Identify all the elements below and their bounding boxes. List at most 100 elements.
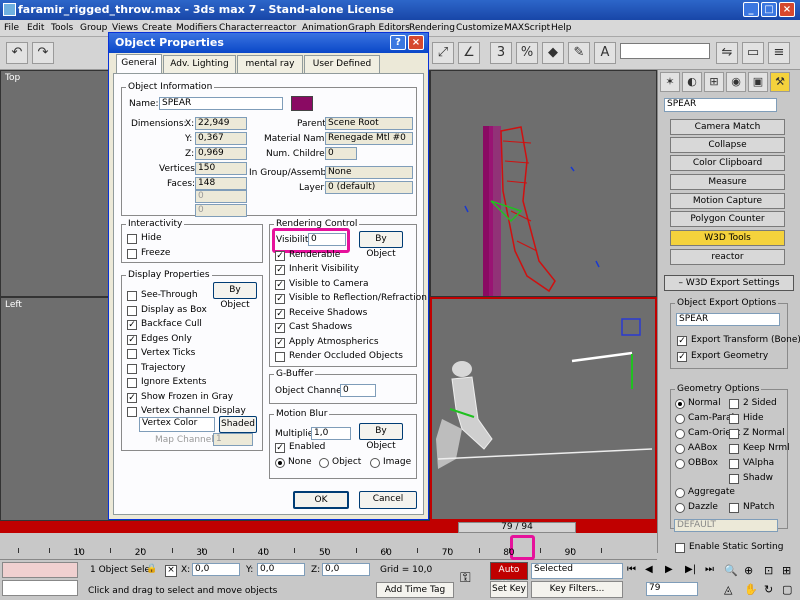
blur-none-radio[interactable] [275, 458, 285, 468]
motion-capture-button[interactable]: Motion Capture [670, 193, 785, 209]
freeze-checkbox[interactable] [127, 249, 137, 259]
play-icon[interactable]: ▶ [665, 564, 673, 575]
display-tab-icon[interactable]: ▣ [748, 72, 768, 92]
display-option-checkbox[interactable] [127, 349, 137, 359]
blur-object-radio[interactable] [319, 458, 329, 468]
prev-frame-icon[interactable]: ◀ [645, 564, 653, 575]
maximize-button[interactable]: □ [761, 2, 777, 17]
utilities-tab-icon[interactable]: ⚒ [770, 72, 790, 92]
pan-icon[interactable]: ✋ [744, 583, 758, 596]
static-sorting-checkbox[interactable] [675, 543, 685, 553]
angle-snap-icon[interactable]: ∠ [458, 42, 480, 64]
close-button[interactable]: × [779, 2, 795, 17]
export-geometry-checkbox[interactable]: ✓ [677, 352, 687, 362]
spinner-snap-icon[interactable]: ◆ [542, 42, 564, 64]
display-option-checkbox[interactable] [127, 407, 137, 417]
visibility-by-object-button[interactable]: By Object [359, 231, 403, 259]
menu-group[interactable]: Group [80, 23, 107, 33]
display-by-object-button[interactable]: By Object [213, 282, 257, 310]
display-option-checkbox[interactable]: ✓ [127, 392, 137, 403]
redo-icon[interactable]: ↷ [32, 42, 54, 64]
add-time-tag-button[interactable]: Add Time Tag [376, 582, 454, 598]
shadw-checkbox[interactable] [729, 474, 739, 484]
orbit-icon[interactable]: ↻ [764, 583, 773, 596]
render-option-checkbox[interactable]: ✓ [275, 294, 285, 304]
display-option-checkbox[interactable] [127, 305, 137, 316]
snap-3d-icon[interactable]: 3 [490, 42, 512, 64]
w3d-export-settings-rollout[interactable]: – W3D Export Settings [664, 275, 794, 291]
lock-icon[interactable]: 🔒 [146, 564, 157, 574]
coord-z-field[interactable]: 0,0 [322, 563, 370, 576]
measure-button[interactable]: Measure [670, 174, 785, 190]
motion-blur-by-object-button[interactable]: By Object [359, 423, 403, 451]
blur-image-radio[interactable] [370, 458, 380, 468]
ok-button[interactable]: OK [293, 491, 349, 509]
two-sided-checkbox[interactable] [729, 399, 739, 409]
zoom-icon[interactable]: 🔍 [724, 564, 738, 577]
cancel-button[interactable]: Cancel [359, 491, 417, 509]
create-tab-icon[interactable]: ✶ [660, 72, 680, 92]
tab-mental-ray[interactable]: mental ray [237, 55, 303, 73]
tab-user-defined[interactable]: User Defined [304, 55, 380, 73]
select-link-icon[interactable]: ⤢ [432, 42, 454, 64]
geo-normal-radio[interactable] [675, 399, 685, 409]
edit-named-selection-icon[interactable]: ✎ [568, 42, 590, 64]
display-option-checkbox[interactable] [127, 291, 137, 301]
color-clipboard-button[interactable]: Color Clipboard [670, 155, 785, 171]
next-frame-icon[interactable]: ▶| [685, 564, 696, 575]
tab-adv-lighting[interactable]: Adv. Lighting [163, 55, 236, 73]
keep-nrml-checkbox[interactable] [729, 444, 739, 454]
geo-aabox-radio[interactable] [675, 444, 685, 454]
render-option-checkbox[interactable]: ✓ [275, 265, 285, 275]
object-channel-input[interactable]: 0 [340, 384, 376, 397]
w3d-tools-button[interactable]: W3D Tools [670, 230, 785, 246]
menu-help[interactable]: Help [551, 23, 572, 33]
renderable-checkbox[interactable]: ✓ [275, 251, 285, 261]
field-of-view-icon[interactable]: ◬ [724, 583, 732, 596]
hierarchy-tab-icon[interactable]: ⊞ [704, 72, 724, 92]
maximize-viewport-icon[interactable]: ▢ [782, 583, 792, 596]
motion-tab-icon[interactable]: ◉ [726, 72, 746, 92]
export-name-field[interactable]: SPEAR [676, 313, 780, 326]
object-name-input[interactable]: SPEAR [159, 97, 283, 110]
geo-cam-paral-radio[interactable] [675, 414, 685, 424]
display-option-checkbox[interactable] [127, 363, 137, 374]
motion-blur-enabled-checkbox[interactable]: ✓ [275, 443, 285, 453]
align-icon[interactable]: ▭ [742, 42, 764, 64]
viewport-perspective[interactable] [430, 297, 657, 521]
tab-general[interactable]: General [116, 54, 162, 74]
valpha-checkbox[interactable] [729, 459, 739, 469]
map-channel-value[interactable]: 1 [213, 433, 253, 446]
dazzle-radio[interactable] [675, 503, 685, 513]
geo-cam-orient-radio[interactable] [675, 429, 685, 439]
key-mode-dropdown[interactable]: Selected [531, 563, 623, 579]
auto-key-button[interactable]: Auto Key [490, 562, 528, 590]
zoom-extents-all-icon[interactable]: ⊞ [782, 564, 791, 577]
abc-icon[interactable]: A [594, 42, 616, 64]
minimize-button[interactable]: _ [743, 2, 759, 17]
display-option-checkbox[interactable]: ✓ [127, 320, 137, 330]
default-dropdown[interactable]: DEFAULT [674, 519, 778, 532]
absolute-mode-icon[interactable]: × [165, 565, 177, 577]
time-slider[interactable]: 79 / 94 [458, 522, 576, 533]
collapse-button[interactable]: Collapse [670, 137, 785, 153]
zoom-all-icon[interactable]: ⊕ [744, 564, 753, 577]
hide-checkbox[interactable] [729, 414, 739, 424]
maxscript-mini-input[interactable] [2, 580, 78, 596]
goto-start-icon[interactable]: ⏮ [627, 564, 636, 575]
camera-match-button[interactable]: Camera Match [670, 119, 785, 135]
render-option-checkbox[interactable]: ✓ [275, 323, 285, 333]
set-key-button[interactable]: Set Key [490, 581, 528, 598]
coord-y-field[interactable]: 0,0 [257, 563, 305, 576]
viewport-front[interactable] [430, 70, 657, 297]
display-option-checkbox[interactable]: ✓ [127, 334, 137, 345]
render-option-checkbox[interactable] [275, 352, 285, 362]
object-color-swatch[interactable] [291, 96, 313, 111]
dialog-close-button[interactable]: × [408, 35, 424, 50]
shaded-button[interactable]: Shaded [219, 416, 257, 433]
named-selection-dropdown[interactable] [620, 43, 710, 59]
hide-checkbox-dlg[interactable] [127, 234, 137, 244]
z-normal-checkbox[interactable] [729, 429, 739, 439]
polygon-counter-button[interactable]: Polygon Counter [670, 211, 785, 227]
menu-edit[interactable]: Edit [27, 23, 44, 33]
